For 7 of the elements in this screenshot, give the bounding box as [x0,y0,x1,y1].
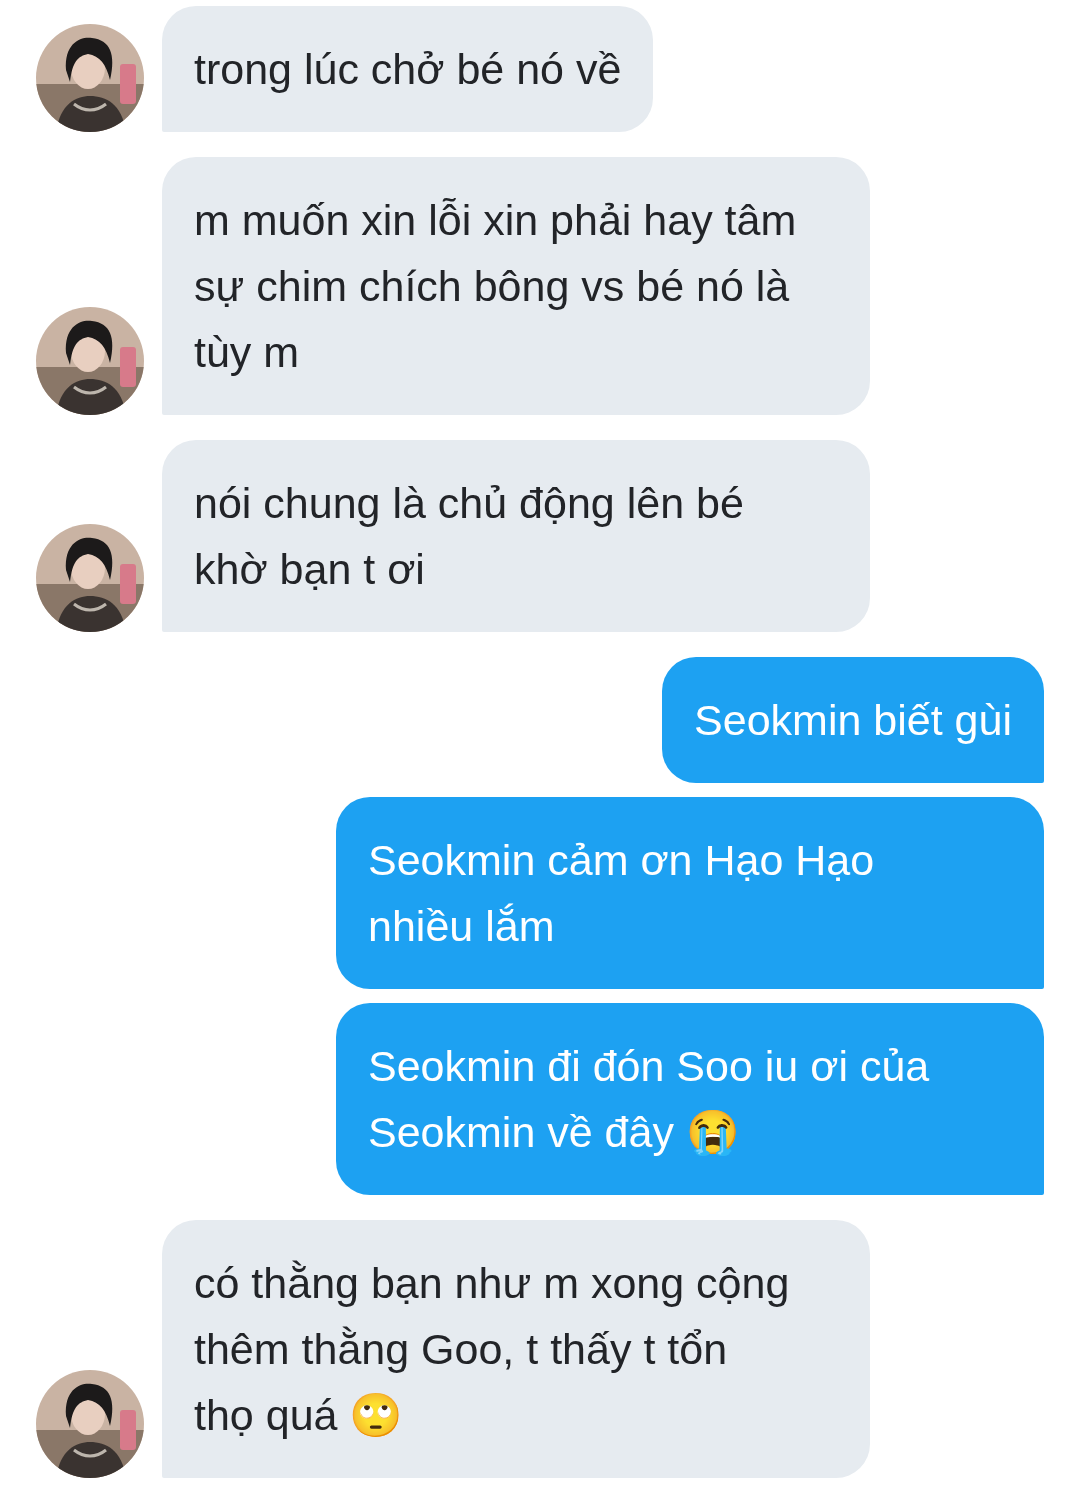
message-bubble: Seokmin cảm ơn Hạo Hạo nhiều lắm [336,797,1044,989]
message-bubble: Seokmin đi đón Soo iu ơi của Seokmin về đây 😭 [336,1003,1044,1195]
message-bubble: m muốn xin lỗi xin phải hay tâm sự chim chích bông vs bé nó là tùy m [162,157,870,415]
message-bubble: có thằng bạn như m xong cộng thêm thằng Goo, t thấy t tổn thọ quá 🙄 [162,1220,870,1478]
message-bubble: nói chung là chủ động lên bé khờ bạn t ơi [162,440,870,632]
message-bubble: Seokmin biết gùi [662,657,1044,783]
message-bubble: trong lúc chở bé nó về [162,6,654,132]
